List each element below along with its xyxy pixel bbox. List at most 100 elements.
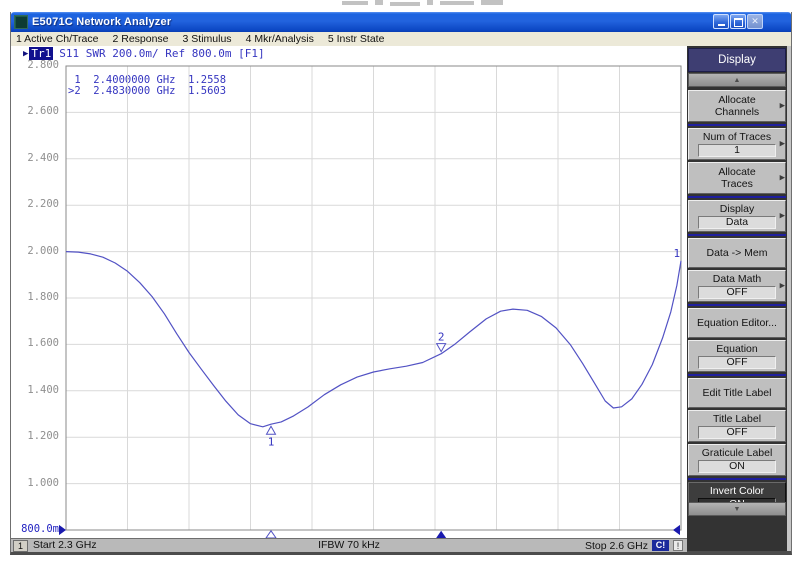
- softkey-label: Allocate: [718, 94, 755, 106]
- softkey-graticule-label[interactable]: Graticule LabelON: [688, 444, 786, 476]
- restore-button[interactable]: [730, 14, 746, 29]
- softkey-label: Display: [720, 203, 754, 215]
- softkey-sidebar: Display ▲ AllocateChannels▶Num of Traces…: [687, 46, 791, 551]
- softkey-button-list: AllocateChannels▶Num of Traces1▶Allocate…: [688, 90, 786, 516]
- y-axis-label: 1.200: [15, 430, 59, 443]
- menu-1-active-ch-trace[interactable]: 1 Active Ch/Trace: [16, 33, 98, 45]
- ref-level-arrow-left-icon: [59, 525, 66, 535]
- stop-frequency[interactable]: Stop 2.6 GHz: [585, 540, 648, 552]
- softkey-label: Equation: [716, 343, 757, 355]
- trace-format-text: S11 SWR 200.0m/ Ref 800.0m [F1]: [59, 47, 264, 60]
- softkey-value: 1: [698, 144, 776, 157]
- marker-2-stimulus-icon: [436, 531, 446, 538]
- ifbw-value[interactable]: IFBW 70 kHz: [318, 539, 380, 552]
- marker-1-triangle-icon: [267, 426, 276, 434]
- scroll-down-icon: ▼: [734, 506, 741, 513]
- softkey-equation[interactable]: EquationOFF: [688, 340, 786, 372]
- marker-1-number: 1: [268, 435, 275, 448]
- trace-status-line[interactable]: ▶ Tr1 S11 SWR 200.0m/ Ref 800.0m [F1]: [23, 47, 265, 60]
- softkey-label: Title Label: [713, 413, 761, 425]
- softkey-edit-title-label[interactable]: Edit Title Label: [688, 378, 786, 408]
- y-axis-label: 2.200: [15, 198, 59, 211]
- submenu-arrow-icon: ▶: [780, 283, 785, 290]
- softkey-title-label[interactable]: Title LabelOFF: [688, 410, 786, 442]
- app-icon: [14, 15, 28, 29]
- softkey-label: Graticule Label: [702, 447, 773, 459]
- softkey-group-separator: [688, 234, 786, 236]
- start-frequency[interactable]: Start 2.3 GHz: [33, 539, 97, 552]
- close-button[interactable]: ✕: [747, 14, 763, 29]
- y-axis-label: 1.400: [15, 384, 59, 397]
- softkey-label: Num of Traces: [703, 131, 771, 143]
- softkey-allocate-traces[interactable]: AllocateTraces ▶: [688, 162, 786, 194]
- menu-5-instr-state[interactable]: 5 Instr State: [328, 33, 385, 45]
- softkey-scroll-down[interactable]: ▼: [688, 502, 786, 516]
- softkey-label: Equation Editor...: [697, 317, 777, 329]
- y-axis-label: 2.800: [15, 59, 59, 72]
- softkey-num-of-traces[interactable]: Num of Traces1 ▶: [688, 128, 786, 160]
- stop-area: Stop 2.6 GHz C! !: [585, 539, 683, 552]
- screenshot-canvas: E5071C Network Analyzer ✕ 1 Active Ch/Tr…: [0, 0, 800, 567]
- y-axis-label: 1.800: [15, 291, 59, 304]
- softkey-group-separator: [688, 478, 786, 480]
- submenu-arrow-icon: ▶: [780, 175, 785, 182]
- analyzer-window: E5071C Network Analyzer ✕ 1 Active Ch/Tr…: [10, 12, 792, 555]
- close-icon: ✕: [751, 17, 759, 26]
- softkey-scroll-up[interactable]: ▲: [688, 73, 786, 87]
- softkey-label: Allocate: [718, 166, 755, 178]
- restore-icon: [734, 18, 743, 27]
- y-axis-label: 1.000: [15, 477, 59, 490]
- title-bar[interactable]: E5071C Network Analyzer ✕: [11, 12, 791, 32]
- softkey-display[interactable]: DisplayData ▶: [688, 200, 786, 232]
- window-title: E5071C Network Analyzer: [32, 16, 171, 28]
- correction-badge: C!: [652, 540, 669, 551]
- softkey-data-mem[interactable]: Data -> Mem: [688, 238, 786, 268]
- minimize-button[interactable]: [713, 14, 729, 29]
- softkey-value: OFF: [698, 356, 776, 369]
- softkey-label: Channels: [715, 106, 759, 118]
- marker-2-triangle-icon: [437, 344, 446, 352]
- y-axis-label: 2.000: [15, 245, 59, 258]
- channel-indicator: 1: [13, 540, 28, 552]
- cropped-text-artifact: [342, 0, 552, 7]
- softkey-value: OFF: [698, 286, 776, 299]
- marker-1-stimulus-icon: [266, 531, 276, 538]
- softkey-value: ON: [698, 460, 776, 473]
- menu-4-mkr-analysis[interactable]: 4 Mkr/Analysis: [246, 33, 314, 45]
- submenu-arrow-icon: ▶: [780, 103, 785, 110]
- softkey-value: Data: [698, 216, 776, 229]
- window-controls: ✕: [713, 14, 763, 29]
- y-axis-label: 2.600: [15, 105, 59, 118]
- softkey-group-separator: [688, 124, 786, 126]
- softkey-label: Data Math: [713, 273, 761, 285]
- softkey-menu-title: Display: [688, 48, 786, 72]
- softkey-label: Edit Title Label: [703, 387, 772, 399]
- softkey-label: Traces: [721, 178, 753, 190]
- display-area: ▶ Tr1 S11 SWR 200.0m/ Ref 800.0m [F1] 1 …: [11, 46, 687, 538]
- marker-2-number: 2: [438, 331, 445, 344]
- softkey-label: Data -> Mem: [707, 247, 768, 259]
- softkey-group-separator: [688, 304, 786, 306]
- menu-2-response[interactable]: 2 Response: [112, 33, 168, 45]
- scroll-up-icon: ▲: [734, 77, 741, 84]
- softkey-value: OFF: [698, 426, 776, 439]
- softkey-group-separator: [688, 196, 786, 198]
- softkey-group-separator: [688, 374, 786, 376]
- menu-3-stimulus[interactable]: 3 Stimulus: [183, 33, 232, 45]
- trace-end-number: 1: [674, 247, 681, 260]
- warning-badge: !: [673, 540, 683, 551]
- y-axis-label: 1.600: [15, 337, 59, 350]
- softkey-label: Invert Color: [710, 485, 764, 497]
- plot-svg: 1 2 1: [56, 60, 684, 540]
- y-axis-label: 800.0m: [15, 523, 59, 536]
- submenu-arrow-icon: ▶: [780, 213, 785, 220]
- submenu-arrow-icon: ▶: [780, 141, 785, 148]
- y-axis-label: 2.400: [15, 152, 59, 165]
- softkey-data-math[interactable]: Data MathOFF ▶: [688, 270, 786, 302]
- minimize-icon: [718, 24, 725, 26]
- ref-level-arrow-right-icon: [673, 525, 680, 535]
- menu-bar: 1 Active Ch/Trace 2 Response 3 Stimulus 4 M…: [11, 32, 791, 46]
- active-trace-arrow-icon: ▶: [23, 49, 28, 59]
- softkey-equation-editor[interactable]: Equation Editor...: [688, 308, 786, 338]
- softkey-allocate-channels[interactable]: AllocateChannels ▶: [688, 90, 786, 122]
